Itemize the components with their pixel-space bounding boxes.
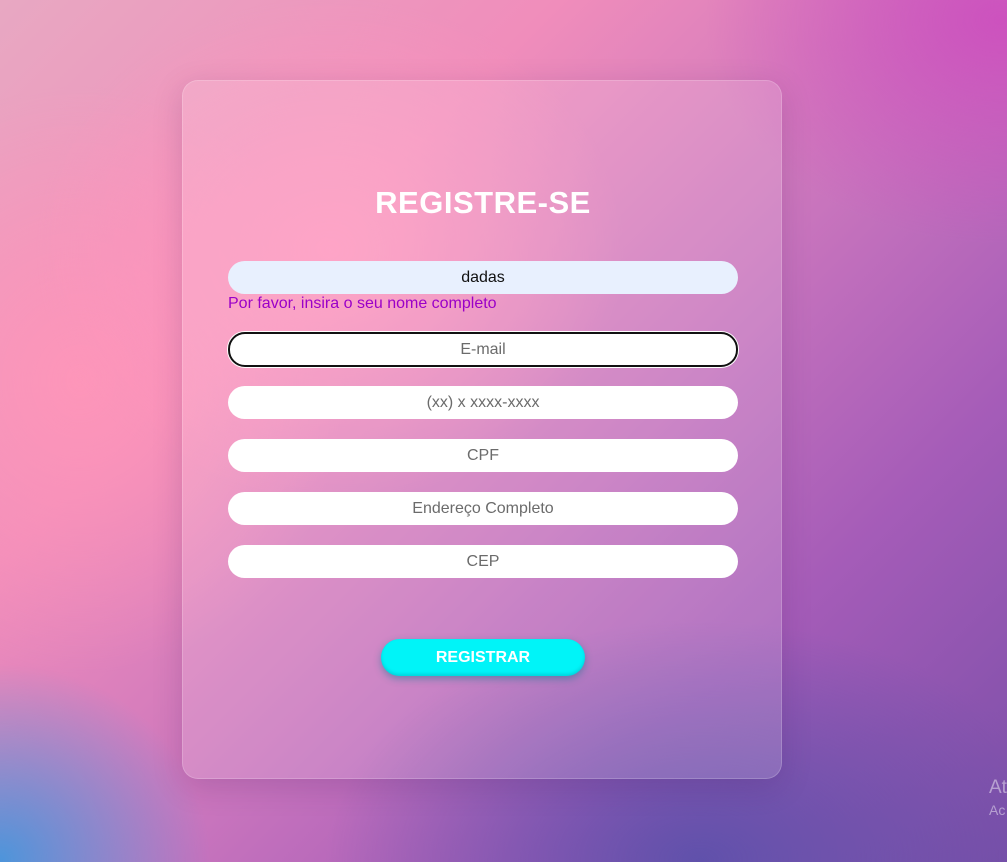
address-input[interactable] — [228, 492, 738, 525]
email-input[interactable] — [228, 332, 738, 367]
watermark-line-1: At — [989, 777, 1007, 798]
page-title: REGISTRE-SE — [375, 185, 591, 220]
register-button[interactable]: REGISTRAR — [381, 639, 585, 676]
full-name-input[interactable] — [228, 261, 738, 294]
phone-input[interactable] — [228, 386, 738, 419]
register-card: REGISTRE-SE Por favor, insira o seu nome… — [182, 80, 782, 779]
windows-activation-watermark: At Ac — [989, 777, 1007, 821]
cpf-input[interactable] — [228, 439, 738, 472]
watermark-line-2: Ac — [989, 802, 1006, 818]
cep-input[interactable] — [228, 545, 738, 578]
name-error-message: Por favor, insira o seu nome completo — [228, 295, 497, 312]
